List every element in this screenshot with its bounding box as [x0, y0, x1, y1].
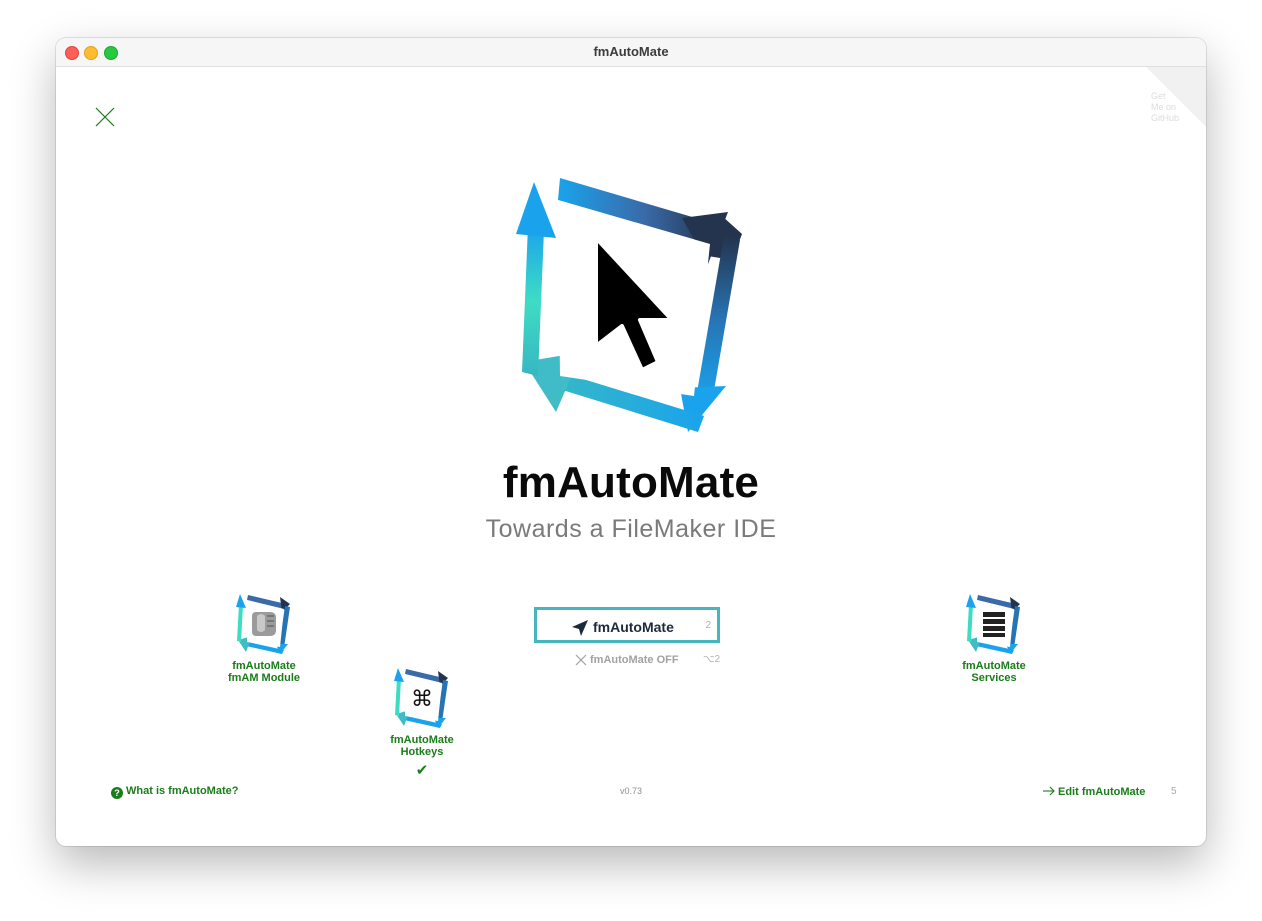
module-label-line: fmAutoMate: [962, 660, 1026, 672]
module-services[interactable]: fmAutoMate Services: [934, 592, 1054, 684]
navigation-arrow-icon: [572, 620, 588, 636]
module-label-line: fmAutoMate: [232, 660, 296, 672]
app-window: fmAutoMate Get Me on GitHub fmAutoMate T…: [56, 38, 1206, 846]
module-fmam[interactable]: fmAutoMate fmAM Module: [204, 592, 324, 684]
run-fmautomate-button[interactable]: fmAutoMate 2: [534, 607, 720, 643]
module-label-line: fmAutoMate: [390, 734, 454, 746]
close-icon[interactable]: [94, 106, 116, 128]
app-name-heading: fmAutoMate: [502, 458, 760, 507]
module-label: fmAutoMate fmAM Module: [204, 660, 324, 684]
command-key-icon: ⌘: [394, 668, 448, 728]
app-logo: [516, 178, 742, 432]
ribbon-text: Get Me on GitHub: [1151, 91, 1197, 124]
run-button-shortcut: 2: [705, 620, 711, 631]
edit-link-label: Edit fmAutoMate: [1058, 786, 1146, 798]
module-hotkeys[interactable]: ⌘ fmAutoMate Hotkeys ✔: [362, 666, 482, 779]
module-label-line: fmAM Module: [227, 672, 301, 684]
module-label-line: Services: [971, 672, 1017, 684]
scroll-icon: [236, 594, 290, 654]
off-x-icon: [575, 654, 587, 666]
title-bar: fmAutoMate: [56, 38, 1206, 67]
ribbon-line: Get: [1151, 91, 1166, 101]
edit-shortcut: 5: [1171, 786, 1177, 797]
off-button-label: fmAutoMate OFF: [590, 654, 679, 666]
github-ribbon[interactable]: Get Me on GitHub: [1146, 67, 1206, 127]
ribbon-line: Me on: [1151, 102, 1177, 112]
run-button-label: fmAutoMate: [593, 619, 674, 635]
arrow-right-icon: [1043, 786, 1055, 796]
enabled-check-icon: ✔: [415, 762, 429, 779]
ribbon-line: GitHub: [1151, 113, 1180, 123]
module-label-line: Hotkeys: [400, 746, 444, 758]
module-label: fmAutoMate Hotkeys: [362, 734, 482, 758]
off-button-shortcut: ⌥2: [703, 654, 721, 665]
window-title: fmAutoMate: [593, 44, 669, 59]
version-label: v0.73: [619, 786, 643, 796]
app-tagline: Towards a FileMaker IDE: [485, 515, 777, 543]
edit-fmautomate-link[interactable]: Edit fmAutoMate: [1042, 785, 1145, 798]
svg-text:⌘: ⌘: [411, 687, 433, 712]
module-label: fmAutoMate Services: [934, 660, 1054, 684]
server-icon: [966, 594, 1020, 654]
